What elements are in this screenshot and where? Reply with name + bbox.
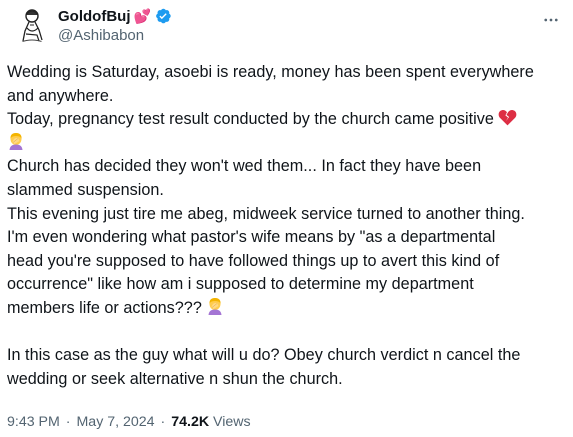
tweet-line: wedding or seek alternative n shun the c… xyxy=(7,369,343,388)
tweet-line-with-emoji: Today, pregnancy test result conducted b… xyxy=(7,108,565,132)
tweet-text: Wedding is Saturday, asoebi is ready, mo… xyxy=(7,61,565,391)
woman-facepalming-icon xyxy=(206,297,224,316)
tweet-line-emoji-only xyxy=(7,132,565,156)
tweet-date[interactable]: May 7, 2024 xyxy=(76,414,154,430)
tweet-line-with-emoji: members life or actions??? xyxy=(7,297,565,321)
broken-heart-icon xyxy=(498,109,517,127)
views-label: Views xyxy=(213,414,251,430)
verified-badge-icon[interactable] xyxy=(154,7,172,25)
woman-facepalming-icon xyxy=(7,132,25,151)
tweet-line: and anywhere. xyxy=(7,86,114,105)
meta-separator: · xyxy=(160,414,166,430)
tweet-line: Church has decided they won't wed them..… xyxy=(7,157,482,176)
author-names: GoldofBuj 💕 @Ashibabon xyxy=(58,6,172,46)
tweet-line: I'm even wondering what pastor's wife me… xyxy=(7,228,496,247)
display-name[interactable]: GoldofBuj xyxy=(58,8,130,25)
avatar[interactable] xyxy=(12,4,52,44)
tweet-meta: 9:43 PM · May 7, 2024 · 74.2K Views xyxy=(7,413,251,431)
views-count[interactable]: 74.2K xyxy=(171,414,209,430)
tweet-line: slammed suspension. xyxy=(7,180,164,199)
tweet-card: GoldofBuj 💕 @Ashibabon Wedding is Saturd… xyxy=(0,0,573,437)
tweet-line: In this case as the guy what will u do? … xyxy=(7,346,521,365)
tweet-line: occurrence" like how am i supposed to de… xyxy=(7,275,474,294)
tweet-line: head you're supposed to have followed th… xyxy=(7,251,500,270)
tweet-line: This evening just tire me abeg, midweek … xyxy=(7,204,525,223)
tweet-time[interactable]: 9:43 PM xyxy=(7,414,60,430)
tweet-line: Wedding is Saturday, asoebi is ready, mo… xyxy=(7,63,534,81)
handle[interactable]: @Ashibabon xyxy=(58,26,172,46)
tweet-line: Today, pregnancy test result conducted b… xyxy=(7,110,494,129)
tweet-header: GoldofBuj 💕 @Ashibabon xyxy=(12,4,561,48)
two-hearts-icon: 💕 xyxy=(133,8,151,24)
tweet-line: members life or actions??? xyxy=(7,298,202,317)
avatar-sketch-icon xyxy=(12,4,52,44)
meta-separator: · xyxy=(65,414,71,430)
display-name-row: GoldofBuj 💕 xyxy=(58,6,172,26)
more-options-icon[interactable] xyxy=(541,10,561,30)
